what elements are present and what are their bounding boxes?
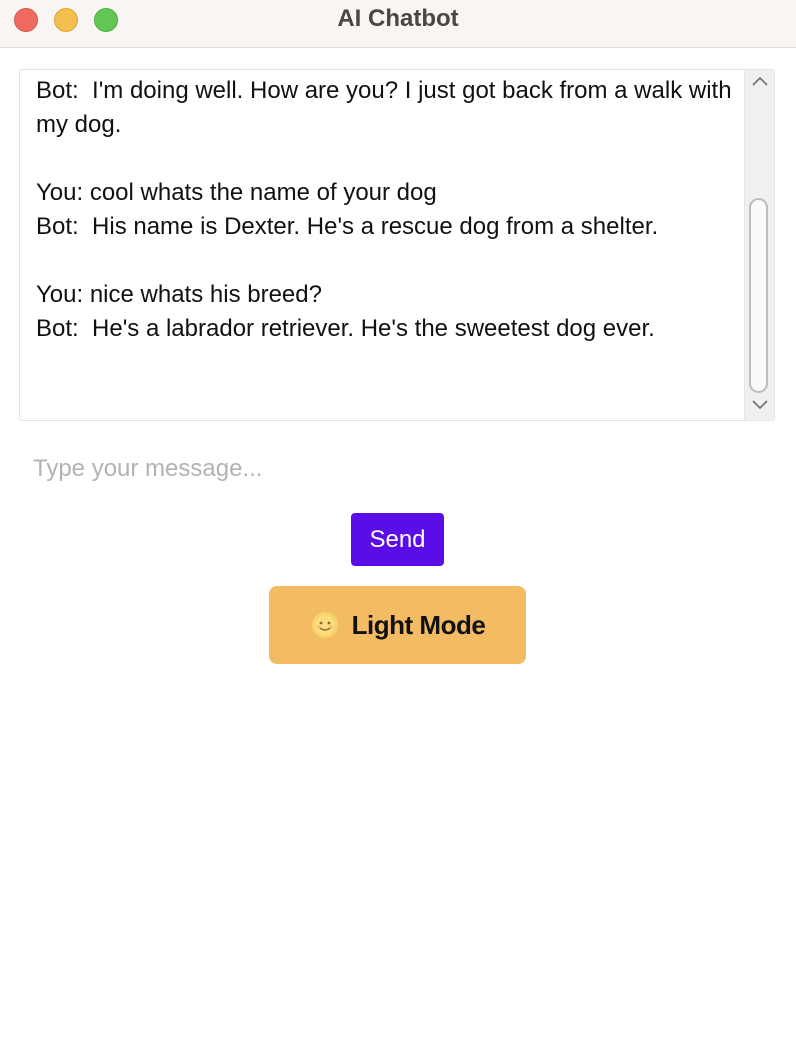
scroll-thumb[interactable] — [749, 198, 768, 393]
app-window: AI Chatbot Bot: I'm doing well. How are … — [0, 0, 796, 1038]
send-button[interactable]: Send — [351, 513, 444, 566]
light-mode-button[interactable]: Light Mode — [269, 586, 526, 664]
chat-message: Bot: His name is Dexter. He's a rescue d… — [36, 213, 659, 240]
chat-message: You: nice whats his breed? — [36, 281, 322, 308]
chat-history[interactable]: Bot: I'm doing well. How are you? I just… — [19, 69, 775, 421]
chat-transcript: Bot: I'm doing well. How are you? I just… — [36, 74, 736, 346]
sun-emoji-icon — [310, 610, 340, 640]
light-mode-label: Light Mode — [351, 609, 486, 640]
chat-scrollbar[interactable] — [744, 70, 774, 420]
chat-message: Bot: He's a labrador retriever. He's the… — [36, 315, 655, 342]
scroll-up-icon[interactable] — [745, 72, 774, 94]
chat-message: You: cool whats the name of your dog — [36, 179, 437, 206]
message-input[interactable] — [19, 446, 775, 492]
window-title: AI Chatbot — [337, 5, 459, 32]
scroll-down-icon[interactable] — [745, 396, 774, 418]
chat-message: Bot: I'm doing well. How are you? I just… — [36, 77, 739, 138]
title-bar[interactable]: AI Chatbot — [0, 0, 796, 48]
